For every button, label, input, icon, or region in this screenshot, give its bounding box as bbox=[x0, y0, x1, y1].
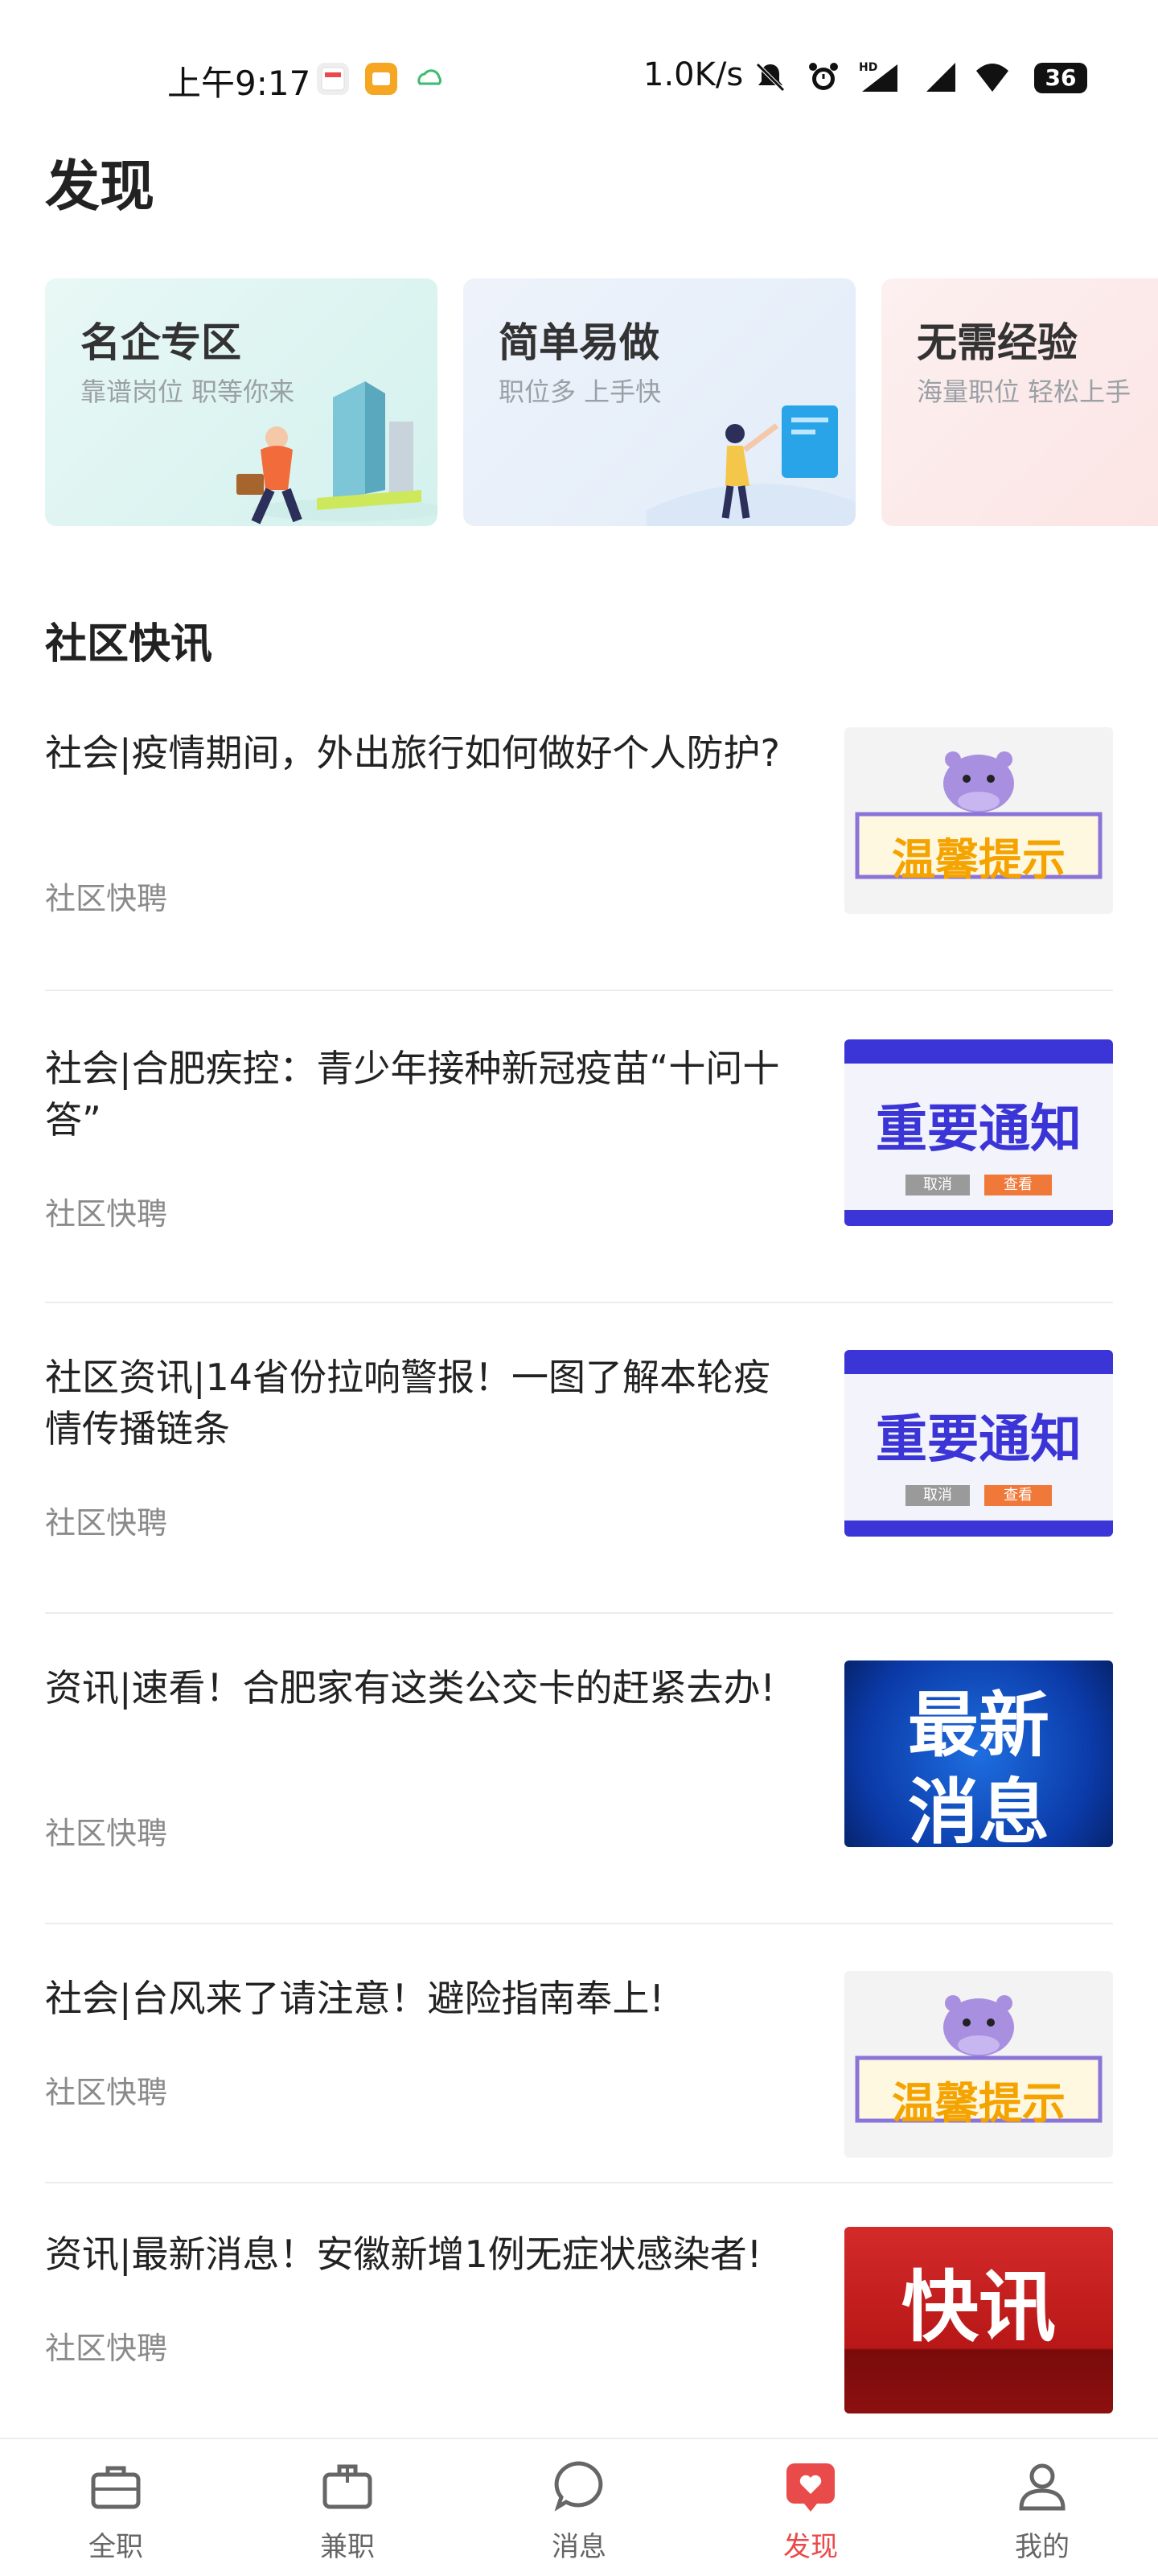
news-source: 社区快聘 bbox=[45, 1505, 168, 1541]
thumb-view-button-image: 查看 bbox=[984, 1175, 1052, 1195]
section-title-community-news: 社区快讯 bbox=[45, 620, 213, 669]
news-item[interactable]: 社会|台风来了请注意！避险指南奉上! 社区快聘 温馨提示 bbox=[45, 1923, 1113, 2183]
thumb-view-button-image: 查看 bbox=[984, 1485, 1052, 1506]
news-source: 社区快聘 bbox=[45, 1816, 168, 1851]
news-item[interactable]: 资讯|速看！合肥家有这类公交卡的赶紧去办! 社区快聘 最新 消息 bbox=[45, 1612, 1113, 1924]
card-title: 名企专区 bbox=[80, 319, 241, 366]
mute-bell-icon bbox=[753, 60, 788, 95]
news-item[interactable]: 社区资讯|14省份拉响警报！一图了解本轮疫情传播链条 社区快聘 重要通知 取消 … bbox=[45, 1302, 1113, 1614]
news-source: 社区快聘 bbox=[45, 1196, 168, 1232]
thumb-cancel-button-image: 取消 bbox=[905, 1485, 970, 1506]
bottom-navigation: 全职 兼职 消息 发现 我的 bbox=[0, 2438, 1158, 2576]
news-title: 社会|合肥疾控：青少年接种新冠疫苗“十问十答” bbox=[45, 1047, 780, 1142]
card-title: 无需经验 bbox=[917, 319, 1078, 366]
news-source: 社区快聘 bbox=[45, 2331, 168, 2366]
news-title: 资讯|速看！合肥家有这类公交卡的赶紧去办! bbox=[45, 1666, 775, 1710]
category-card-no-experience[interactable]: 无需经验 海量职位 轻松上手 bbox=[881, 278, 1158, 526]
nav-tab-full-time[interactable]: 全职 bbox=[0, 2439, 232, 2576]
thumb-text: 温馨提示 bbox=[892, 834, 1066, 885]
news-title: 资讯|最新消息！安徽新增1例无症状感染者! bbox=[45, 2232, 762, 2276]
news-title: 社会|疫情期间，外出旅行如何做好个人防护? bbox=[45, 731, 780, 775]
thumb-text: 重要通知 bbox=[876, 1100, 1082, 1159]
news-thumbnail-notice: 重要通知 取消 查看 bbox=[844, 1350, 1113, 1537]
nav-label: 全职 bbox=[88, 2531, 143, 2563]
nav-tab-discover[interactable]: 发现 bbox=[695, 2439, 926, 2576]
hd-signal-icon: HD bbox=[857, 60, 902, 95]
news-title: 社区资讯|14省份拉响警报！一图了解本轮疫情传播链条 bbox=[45, 1356, 771, 1451]
card-title: 简单易做 bbox=[499, 319, 659, 366]
card-subtitle: 职位多 上手快 bbox=[499, 377, 662, 407]
category-card-easy-jobs[interactable]: 简单易做 职位多 上手快 bbox=[463, 278, 856, 526]
status-time: 上午9:17 bbox=[167, 64, 311, 103]
page-title: 发现 bbox=[45, 155, 155, 219]
cloud-app-icon bbox=[413, 63, 446, 95]
category-card-famous-companies[interactable]: 名企专区 靠谱岗位 职等你来 bbox=[45, 278, 437, 526]
news-app-icon bbox=[317, 63, 349, 95]
svg-text:HD: HD bbox=[859, 61, 877, 74]
news-thumbnail-notice: 重要通知 取消 查看 bbox=[844, 1039, 1113, 1226]
message-bubble-icon bbox=[554, 2461, 603, 2512]
person-with-document-illustration bbox=[647, 405, 856, 526]
category-cards: 名企专区 靠谱岗位 职等你来 简单易做 职位多 上手快 无需经验 海量职位 轻松… bbox=[45, 278, 1158, 526]
news-item[interactable]: 社会|合肥疾控：青少年接种新冠疫苗“十问十答” 社区快聘 重要通知 取消 查看 bbox=[45, 991, 1113, 1303]
news-source: 社区快聘 bbox=[45, 2075, 168, 2110]
news-item[interactable]: 资讯|最新消息！安徽新增1例无症状感染者! 社区快聘 快讯 bbox=[45, 2182, 1113, 2438]
briefcase-icon bbox=[91, 2466, 141, 2509]
card-subtitle: 海量职位 轻松上手 bbox=[917, 377, 1131, 407]
wallet-app-icon bbox=[365, 63, 397, 95]
nav-tab-messages[interactable]: 消息 bbox=[463, 2439, 695, 2576]
part-time-briefcase-icon bbox=[322, 2464, 372, 2509]
heart-chat-icon bbox=[786, 2463, 835, 2512]
thumb-cancel-button-image: 取消 bbox=[905, 1175, 970, 1195]
nav-label: 我的 bbox=[1015, 2531, 1070, 2563]
status-bar: 上午9:17 1.0K/s HD 36 bbox=[0, 0, 1158, 145]
person-icon bbox=[1019, 2463, 1066, 2511]
nav-tab-me[interactable]: 我的 bbox=[926, 2439, 1158, 2576]
thumb-text-line-2: 消息 bbox=[907, 1770, 1049, 1847]
wifi-icon bbox=[975, 60, 1010, 95]
news-thumbnail-flash: 快讯 bbox=[844, 2227, 1113, 2413]
news-thumbnail-latest: 最新 消息 bbox=[844, 1660, 1113, 1847]
nav-tab-part-time[interactable]: 兼职 bbox=[232, 2439, 463, 2576]
cell-signal-icon bbox=[923, 60, 959, 95]
alarm-icon bbox=[806, 60, 841, 95]
nav-label: 发现 bbox=[783, 2531, 838, 2563]
news-thumbnail-tips: 温馨提示 bbox=[844, 1971, 1113, 2158]
news-title: 社会|台风来了请注意！避险指南奉上! bbox=[45, 1977, 664, 2020]
nav-label: 消息 bbox=[552, 2531, 606, 2563]
news-thumbnail-tips: 温馨提示 bbox=[844, 727, 1113, 914]
office-building-illustration bbox=[236, 381, 437, 525]
news-source: 社区快聘 bbox=[45, 881, 168, 916]
thumb-text: 重要通知 bbox=[876, 1410, 1082, 1470]
nav-label: 兼职 bbox=[320, 2531, 375, 2563]
battery-indicator: 36 bbox=[1034, 63, 1087, 93]
news-item[interactable]: 社会|疫情期间，外出旅行如何做好个人防护? 社区快聘 温馨提示 bbox=[45, 714, 1113, 991]
thumb-text: 快讯 bbox=[901, 2262, 1056, 2352]
network-speed: 1.0K/s bbox=[643, 56, 744, 93]
thumb-text: 温馨提示 bbox=[892, 2078, 1066, 2129]
